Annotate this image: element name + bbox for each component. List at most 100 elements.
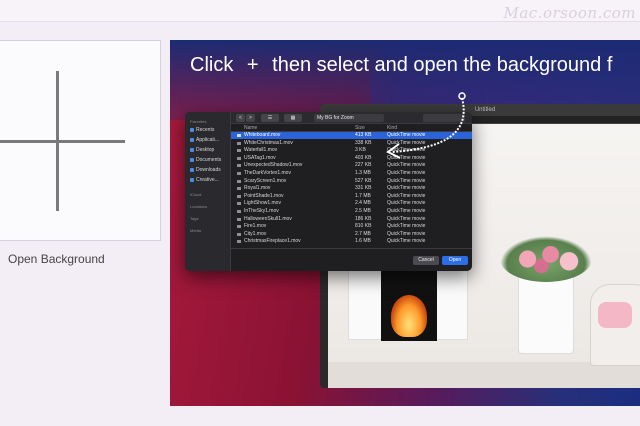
file-kind: QuickTime movie [387, 147, 426, 154]
file-name: HalloweenSkull1.mov [244, 215, 292, 222]
file-row[interactable]: InTheSky1.mov 2.5 MB QuickTime movie [231, 208, 472, 215]
file-row[interactable]: ChristmasFireplace1.mov 1.6 MB QuickTime m… [231, 238, 472, 245]
sidebar-item-documents[interactable]: Documents [190, 157, 221, 163]
file-kind: QuickTime movie [387, 139, 426, 146]
instruction-plus: + [246, 54, 259, 76]
sidebar-item-downloads[interactable]: Downloads [190, 167, 221, 173]
back-button[interactable]: < [236, 114, 245, 122]
tutorial-image: Click + then select and open the backgro… [170, 40, 640, 406]
file-size: 1.6 MB [355, 238, 371, 245]
pink-pillow [598, 302, 632, 328]
movie-file-icon [237, 134, 241, 137]
movie-file-icon [237, 164, 241, 168]
file-name: Whiteboard.mov [244, 132, 281, 138]
sidebar-item-recents[interactable]: Recents [190, 127, 214, 133]
file-size: 1.3 MB [355, 170, 371, 176]
dialog-sidebar: Favorites Recents Applicati... Desktop D… [185, 112, 231, 271]
file-row[interactable]: Whiteboard.mov 413 KB QuickTime movie [231, 132, 472, 139]
file-size: 186 KB [355, 215, 372, 222]
instruction-suffix: then select and open the background f [272, 54, 613, 76]
movie-file-icon [237, 210, 241, 213]
movie-file-icon [237, 156, 241, 160]
file-row[interactable]: Fire1.mov 810 KB QuickTime movie [231, 223, 472, 230]
dialog-footer: Cancel Open [231, 248, 472, 271]
file-name: ScaryScreen1.mov [244, 177, 287, 184]
file-row[interactable]: WhiteChristmas1.mov 338 KB QuickTime movie [231, 140, 472, 147]
file-name: WhiteChristmas1.mov [244, 139, 293, 146]
file-kind: QuickTime movie [387, 162, 426, 169]
locations-heading: Locations [190, 204, 208, 209]
movie-file-icon [237, 217, 241, 221]
file-kind: QuickTime movie [387, 208, 426, 214]
file-kind: QuickTime movie [387, 132, 426, 138]
cancel-button[interactable]: Cancel [413, 256, 439, 265]
file-row[interactable]: City1.mov 2.7 MB QuickTime movie [231, 231, 472, 238]
file-kind: QuickTime movie [387, 185, 426, 192]
instruction-prefix: Click [190, 54, 234, 76]
file-size: 3 KB [355, 147, 366, 154]
file-kind: QuickTime movie [387, 192, 426, 199]
file-name: InTheSky1.mov [244, 208, 279, 214]
open-file-dialog: Favorites Recents Applicati... Desktop D… [185, 112, 472, 271]
location-dropdown[interactable]: My BG for Zoom [314, 114, 384, 122]
icloud-heading: iCloud [190, 192, 202, 197]
file-row[interactable]: USATag1.mov 403 KB QuickTime movie [231, 155, 472, 162]
column-name[interactable]: Name [244, 125, 257, 131]
clock-icon [190, 128, 194, 132]
view-mode-button[interactable]: ☰ [261, 114, 279, 122]
movie-file-icon [237, 149, 241, 153]
movie-file-icon [237, 187, 241, 191]
file-name: Fire1.mov [244, 223, 267, 230]
file-size: 527 KB [355, 177, 372, 184]
open-background-label: Open Background [8, 252, 105, 266]
file-row[interactable]: HalloweenSkull1.mov 186 KB QuickTime movie [231, 216, 472, 223]
column-size[interactable]: Size [355, 125, 365, 131]
file-row[interactable]: PointShade1.mov 1.7 MB QuickTime movie [231, 193, 472, 200]
open-background-tile[interactable] [0, 40, 161, 241]
file-row[interactable]: ScaryScreen1.mov 527 KB QuickTime movie [231, 178, 472, 185]
column-kind[interactable]: Kind [387, 125, 397, 131]
movie-file-icon [237, 179, 241, 183]
file-row[interactable]: Royal1.mov 331 KB QuickTime movie [231, 185, 472, 192]
file-size: 2.5 MB [355, 208, 371, 214]
group-button[interactable]: ▦ [284, 114, 302, 122]
file-row[interactable]: Waterfall1.mov 3 KB QuickTime movie [231, 147, 472, 154]
pedestal [518, 274, 574, 354]
sidebar-item-applications[interactable]: Applicati... [190, 137, 219, 143]
search-field[interactable] [423, 114, 465, 122]
file-name: Royal1.mov [244, 185, 271, 192]
file-kind: QuickTime movie [387, 223, 426, 230]
file-size: 227 KB [355, 162, 372, 169]
file-name: ChristmasFireplace1.mov [244, 238, 301, 245]
file-kind: QuickTime movie [387, 200, 426, 207]
sidebar-item-creative-cloud[interactable]: Creative... [190, 177, 219, 183]
file-list: Whiteboard.mov 413 KB QuickTime movie White… [231, 132, 472, 248]
dialog-toolbar: < > ☰ ▦ My BG for Zoom [231, 112, 472, 124]
sidebar-item-desktop[interactable]: Desktop [190, 147, 214, 153]
file-row[interactable]: LightShow1.mov 2.4 MB QuickTime movie [231, 200, 472, 207]
file-name: PointShade1.mov [244, 192, 284, 199]
movie-file-icon [237, 194, 241, 198]
media-heading: Media [190, 228, 201, 233]
applications-icon [190, 138, 194, 142]
movie-file-icon [237, 141, 241, 145]
document-icon [190, 158, 194, 162]
open-button[interactable]: Open [442, 256, 468, 265]
file-row[interactable]: TheDarkVortex1.mov 1.3 MB QuickTime movie [231, 170, 472, 177]
file-size: 403 KB [355, 154, 372, 161]
file-kind: QuickTime movie [387, 238, 426, 245]
flower-bouquet [500, 236, 592, 282]
tags-heading: Tags [190, 216, 199, 221]
movie-file-icon [237, 240, 241, 244]
forward-button[interactable]: > [246, 114, 255, 122]
download-icon [190, 168, 194, 172]
file-row[interactable]: UnexpectedShadow1.mov 227 KB QuickTime mov… [231, 162, 472, 169]
file-size: 2.7 MB [355, 230, 371, 237]
folder-icon [190, 178, 194, 182]
movie-file-icon [237, 232, 241, 236]
watermark: Mac.orsoon.com [503, 4, 636, 22]
fire-flame [391, 295, 427, 337]
desktop-icon [190, 148, 194, 152]
file-size: 1.7 MB [355, 192, 371, 199]
file-size: 2.4 MB [355, 200, 371, 207]
